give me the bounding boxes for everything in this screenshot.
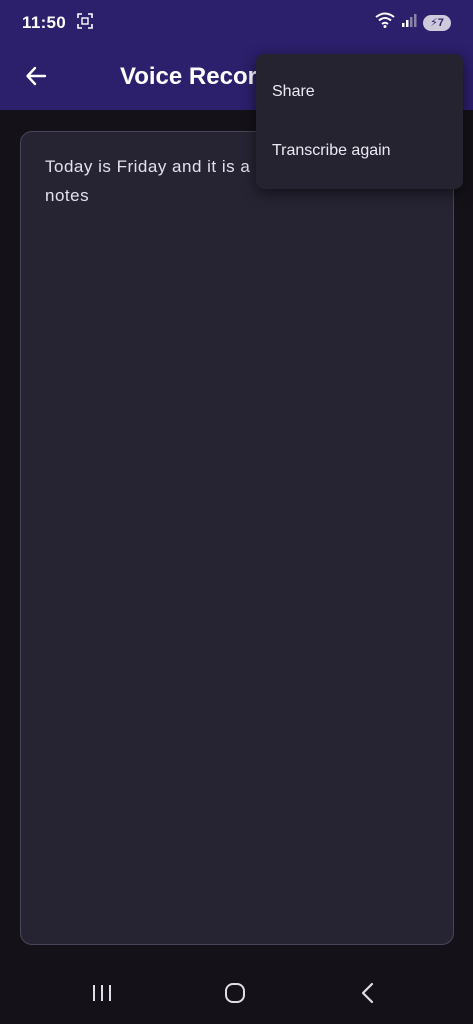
back-chevron-icon — [360, 982, 376, 1009]
recents-icon — [91, 983, 113, 1008]
battery-bolt-icon: ⚡ — [430, 17, 438, 29]
system-nav-bar — [0, 966, 473, 1024]
status-bar: 11:50 ⚡ 7 — [0, 0, 473, 46]
battery-icon: ⚡ 7 — [423, 14, 451, 31]
screenshot-icon — [76, 12, 94, 35]
system-back-button[interactable] — [348, 980, 388, 1010]
overflow-menu: Share Transcribe again — [256, 54, 463, 189]
status-left: 11:50 — [22, 12, 94, 35]
menu-item-transcribe-again[interactable]: Transcribe again — [256, 121, 463, 180]
notes-text-field[interactable]: Today is Friday and it is a good day to … — [20, 131, 454, 945]
home-icon — [224, 982, 246, 1009]
battery-level: 7 — [437, 16, 444, 29]
arrow-left-icon — [25, 65, 47, 92]
wifi-icon — [375, 12, 395, 33]
recents-button[interactable] — [82, 980, 122, 1010]
home-button[interactable] — [215, 980, 255, 1010]
menu-item-label: Share — [272, 82, 315, 100]
screen: 11:50 ⚡ 7 Voice Recorder Today is Friday… — [0, 0, 473, 1024]
menu-item-label: Transcribe again — [272, 141, 391, 159]
status-right: ⚡ 7 — [375, 12, 451, 33]
back-button[interactable] — [18, 60, 54, 96]
status-time: 11:50 — [22, 13, 67, 32]
signal-icon — [401, 12, 417, 33]
menu-item-share[interactable]: Share — [256, 62, 463, 121]
